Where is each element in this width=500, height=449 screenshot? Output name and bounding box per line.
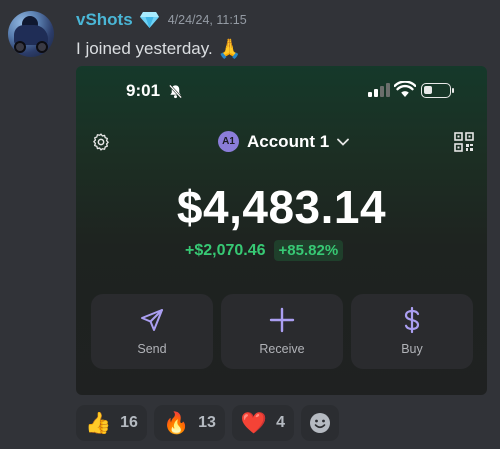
add-reaction-button[interactable] — [300, 405, 339, 441]
gem-icon — [139, 12, 159, 28]
thumbs-up-emoji: 👍 — [85, 411, 112, 435]
smiley-icon — [309, 413, 330, 433]
wifi-icon — [394, 81, 416, 97]
status-time: 9:01 — [126, 81, 161, 100]
avatar-wheel — [14, 41, 26, 53]
reaction-thumbs-up[interactable]: 👍 16 — [76, 405, 147, 441]
receive-button[interactable]: Receive — [221, 294, 343, 369]
receive-label: Receive — [259, 342, 305, 356]
pray-emoji: 🙏 — [217, 39, 242, 60]
wallet-balance: $4,483.14 — [176, 181, 387, 233]
signal-icon — [368, 83, 390, 97]
reaction-count: 16 — [120, 414, 138, 431]
wallet-screenshot[interactable]: 9:01 A1 Account 1 $4,483.14 +$2,070.46 +… — [76, 66, 487, 395]
wallet-actions: Send Receive Buy — [91, 294, 473, 369]
battery-icon — [421, 83, 454, 98]
reaction-heart[interactable]: ❤️ 4 — [231, 405, 294, 441]
message-header: vShots 4/24/24, 11:15 — [76, 10, 247, 30]
account-selector[interactable]: A1 Account 1 — [218, 131, 350, 152]
reaction-count: 13 — [198, 414, 216, 431]
message-text: I joined yesterday. — [76, 39, 213, 58]
send-label: Send — [137, 342, 167, 356]
buy-label: Buy — [401, 342, 423, 356]
dollar-icon — [404, 307, 420, 333]
balance-change: +$2,070.46 +85.82% — [185, 240, 344, 261]
account-name: Account 1 — [247, 131, 330, 151]
message-body: I joined yesterday. 🙏 — [76, 37, 241, 61]
bell-off-icon — [168, 84, 183, 99]
username[interactable]: vShots — [76, 10, 133, 30]
reactions-bar: 👍 16 🔥 13 ❤️ 4 — [76, 405, 339, 441]
avatar-wheel — [36, 41, 48, 53]
qr-code-icon[interactable] — [454, 132, 474, 152]
heart-emoji: ❤️ — [240, 411, 268, 435]
reaction-count: 4 — [276, 414, 285, 431]
send-icon — [141, 309, 163, 331]
account-badge: A1 — [218, 131, 239, 152]
message-timestamp: 4/24/24, 11:15 — [167, 13, 247, 27]
reaction-fire[interactable]: 🔥 13 — [153, 405, 225, 441]
send-button[interactable]: Send — [91, 294, 213, 369]
plus-icon — [269, 307, 295, 333]
change-percent-badge: +85.82% — [273, 240, 344, 261]
user-avatar[interactable] — [8, 11, 54, 57]
chevron-down-icon — [337, 138, 350, 146]
fire-emoji: 🔥 — [162, 411, 190, 435]
change-value: +$2,070.46 — [185, 241, 266, 259]
buy-button[interactable]: Buy — [351, 294, 473, 369]
gear-icon[interactable] — [91, 132, 111, 152]
